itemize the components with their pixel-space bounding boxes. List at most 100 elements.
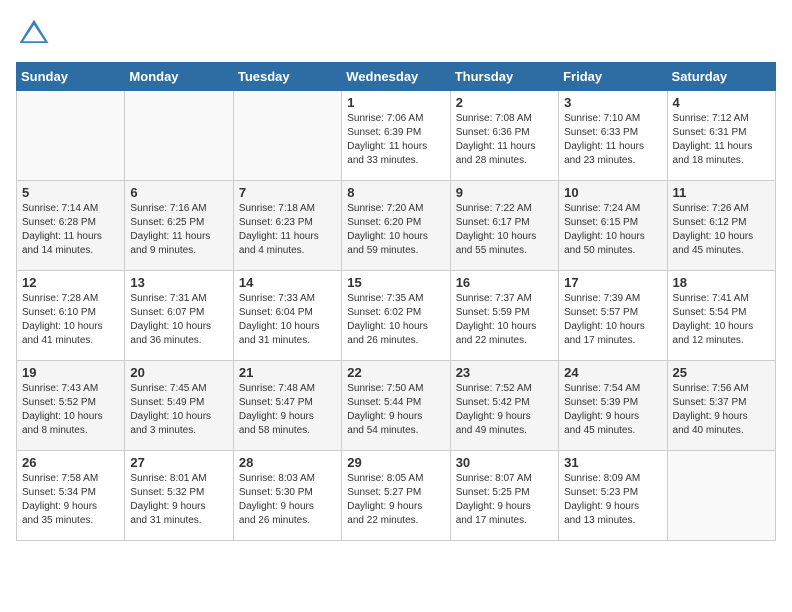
weekday-header-thursday: Thursday bbox=[450, 63, 558, 91]
day-number: 3 bbox=[564, 95, 661, 110]
day-info: Sunrise: 7:08 AM Sunset: 6:36 PM Dayligh… bbox=[456, 112, 553, 168]
day-info: Sunrise: 8:01 AM Sunset: 5:32 PM Dayligh… bbox=[130, 472, 227, 528]
day-info: Sunrise: 8:03 AM Sunset: 5:30 PM Dayligh… bbox=[239, 472, 336, 528]
calendar-week-row: 1 Sunrise: 7:06 AM Sunset: 6:39 PM Daylig… bbox=[17, 91, 776, 181]
day-number: 28 bbox=[239, 455, 336, 470]
page-header bbox=[16, 16, 776, 52]
calendar-cell: 9Sunrise: 7:22 AM Sunset: 6:17 PM Daylig… bbox=[450, 181, 558, 271]
calendar-week-row: 26 Sunrise: 7:58 AM Sunset: 5:34 PM Dayli… bbox=[17, 451, 776, 541]
day-info: Sunrise: 8:07 AM Sunset: 5:25 PM Dayligh… bbox=[456, 472, 553, 528]
day-info: Sunrise: 8:09 AM Sunset: 5:23 PM Dayligh… bbox=[564, 472, 661, 528]
day-number: 19 bbox=[22, 365, 119, 380]
day-number: 24 bbox=[564, 365, 661, 380]
day-info: Sunrise: 7:35 AM Sunset: 6:02 PM Dayligh… bbox=[347, 292, 444, 348]
day-info: Sunrise: 7:48 AM Sunset: 5:47 PM Dayligh… bbox=[239, 382, 336, 438]
day-number: 30 bbox=[456, 455, 553, 470]
day-info: Sunrise: 7:10 AM Sunset: 6:33 PM Dayligh… bbox=[564, 112, 661, 168]
day-info: Sunrise: 7:52 AM Sunset: 5:42 PM Dayligh… bbox=[456, 382, 553, 438]
day-info: Sunrise: 7:31 AM Sunset: 6:07 PM Dayligh… bbox=[130, 292, 227, 348]
day-info: Sunrise: 7:26 AM Sunset: 6:12 PM Dayligh… bbox=[673, 202, 770, 258]
day-number: 22 bbox=[347, 365, 444, 380]
calendar-cell bbox=[233, 91, 341, 181]
day-number: 11 bbox=[673, 185, 770, 200]
day-info: Sunrise: 7:28 AM Sunset: 6:10 PM Dayligh… bbox=[22, 292, 119, 348]
calendar-cell: 29Sunrise: 8:05 AM Sunset: 5:27 PM Dayli… bbox=[342, 451, 450, 541]
day-info: Sunrise: 7:54 AM Sunset: 5:39 PM Dayligh… bbox=[564, 382, 661, 438]
day-number: 6 bbox=[130, 185, 227, 200]
day-info: Sunrise: 7:06 AM Sunset: 6:39 PM Dayligh… bbox=[347, 112, 444, 168]
calendar-cell: 19 Sunrise: 7:43 AM Sunset: 5:52 PM Dayli… bbox=[17, 361, 125, 451]
day-info: Sunrise: 7:39 AM Sunset: 5:57 PM Dayligh… bbox=[564, 292, 661, 348]
weekday-header-sunday: Sunday bbox=[17, 63, 125, 91]
weekday-header-friday: Friday bbox=[559, 63, 667, 91]
day-info: Sunrise: 7:45 AM Sunset: 5:49 PM Dayligh… bbox=[130, 382, 227, 438]
calendar-cell: 18 Sunrise: 7:41 AM Sunset: 5:54 PM Dayli… bbox=[667, 271, 775, 361]
calendar-cell: 7 Sunrise: 7:18 AM Sunset: 6:23 PM Daylig… bbox=[233, 181, 341, 271]
day-info: Sunrise: 7:41 AM Sunset: 5:54 PM Dayligh… bbox=[673, 292, 770, 348]
day-number: 17 bbox=[564, 275, 661, 290]
day-number: 25 bbox=[673, 365, 770, 380]
calendar-cell: 12 Sunrise: 7:28 AM Sunset: 6:10 PM Dayli… bbox=[17, 271, 125, 361]
day-number: 20 bbox=[130, 365, 227, 380]
day-info: Sunrise: 7:18 AM Sunset: 6:23 PM Dayligh… bbox=[239, 202, 336, 258]
day-info: Sunrise: 7:22 AM Sunset: 6:17 PM Dayligh… bbox=[456, 202, 553, 258]
day-number: 10 bbox=[564, 185, 661, 200]
calendar-cell: 24 Sunrise: 7:54 AM Sunset: 5:39 PM Dayli… bbox=[559, 361, 667, 451]
calendar-cell: 31 Sunrise: 8:09 AM Sunset: 5:23 PM Dayli… bbox=[559, 451, 667, 541]
calendar-cell: 5 Sunrise: 7:14 AM Sunset: 6:28 PM Daylig… bbox=[17, 181, 125, 271]
day-number: 13 bbox=[130, 275, 227, 290]
day-info: Sunrise: 7:12 AM Sunset: 6:31 PM Dayligh… bbox=[673, 112, 770, 168]
day-number: 1 bbox=[347, 95, 444, 110]
calendar-cell: 27 Sunrise: 8:01 AM Sunset: 5:32 PM Dayli… bbox=[125, 451, 233, 541]
day-number: 14 bbox=[239, 275, 336, 290]
day-info: Sunrise: 7:56 AM Sunset: 5:37 PM Dayligh… bbox=[673, 382, 770, 438]
calendar-cell: 1 Sunrise: 7:06 AM Sunset: 6:39 PM Daylig… bbox=[342, 91, 450, 181]
calendar-cell: 13 Sunrise: 7:31 AM Sunset: 6:07 PM Dayli… bbox=[125, 271, 233, 361]
day-info: Sunrise: 7:43 AM Sunset: 5:52 PM Dayligh… bbox=[22, 382, 119, 438]
day-number: 5 bbox=[22, 185, 119, 200]
calendar-cell bbox=[125, 91, 233, 181]
calendar-cell: 16 Sunrise: 7:37 AM Sunset: 5:59 PM Dayli… bbox=[450, 271, 558, 361]
calendar-cell: 20 Sunrise: 7:45 AM Sunset: 5:49 PM Dayli… bbox=[125, 361, 233, 451]
calendar-cell: 22Sunrise: 7:50 AM Sunset: 5:44 PM Dayli… bbox=[342, 361, 450, 451]
day-info: Sunrise: 7:58 AM Sunset: 5:34 PM Dayligh… bbox=[22, 472, 119, 528]
calendar-cell: 11 Sunrise: 7:26 AM Sunset: 6:12 PM Dayli… bbox=[667, 181, 775, 271]
day-number: 8 bbox=[347, 185, 444, 200]
calendar-cell: 21 Sunrise: 7:48 AM Sunset: 5:47 PM Dayli… bbox=[233, 361, 341, 451]
calendar-cell: 25 Sunrise: 7:56 AM Sunset: 5:37 PM Dayli… bbox=[667, 361, 775, 451]
logo bbox=[16, 16, 56, 52]
calendar-cell: 26 Sunrise: 7:58 AM Sunset: 5:34 PM Dayli… bbox=[17, 451, 125, 541]
day-number: 21 bbox=[239, 365, 336, 380]
logo-icon bbox=[16, 16, 52, 52]
day-number: 26 bbox=[22, 455, 119, 470]
calendar-cell: 2 Sunrise: 7:08 AM Sunset: 6:36 PM Daylig… bbox=[450, 91, 558, 181]
calendar-cell: 10Sunrise: 7:24 AM Sunset: 6:15 PM Dayli… bbox=[559, 181, 667, 271]
calendar-cell: 14Sunrise: 7:33 AM Sunset: 6:04 PM Dayli… bbox=[233, 271, 341, 361]
calendar-cell: 17 Sunrise: 7:39 AM Sunset: 5:57 PM Dayli… bbox=[559, 271, 667, 361]
day-number: 7 bbox=[239, 185, 336, 200]
day-number: 12 bbox=[22, 275, 119, 290]
calendar-cell: 28 Sunrise: 8:03 AM Sunset: 5:30 PM Dayli… bbox=[233, 451, 341, 541]
day-number: 18 bbox=[673, 275, 770, 290]
weekday-header-row: SundayMondayTuesdayWednesdayThursdayFrid… bbox=[17, 63, 776, 91]
day-number: 4 bbox=[673, 95, 770, 110]
calendar-cell: 8Sunrise: 7:20 AM Sunset: 6:20 PM Daylig… bbox=[342, 181, 450, 271]
calendar-cell bbox=[667, 451, 775, 541]
day-number: 15 bbox=[347, 275, 444, 290]
day-info: Sunrise: 7:37 AM Sunset: 5:59 PM Dayligh… bbox=[456, 292, 553, 348]
day-number: 27 bbox=[130, 455, 227, 470]
day-number: 2 bbox=[456, 95, 553, 110]
calendar-cell: 6 Sunrise: 7:16 AM Sunset: 6:25 PM Daylig… bbox=[125, 181, 233, 271]
day-info: Sunrise: 7:14 AM Sunset: 6:28 PM Dayligh… bbox=[22, 202, 119, 258]
day-number: 31 bbox=[564, 455, 661, 470]
weekday-header-tuesday: Tuesday bbox=[233, 63, 341, 91]
day-number: 29 bbox=[347, 455, 444, 470]
day-number: 23 bbox=[456, 365, 553, 380]
day-info: Sunrise: 7:16 AM Sunset: 6:25 PM Dayligh… bbox=[130, 202, 227, 258]
calendar-cell bbox=[17, 91, 125, 181]
calendar-cell: 4 Sunrise: 7:12 AM Sunset: 6:31 PM Daylig… bbox=[667, 91, 775, 181]
calendar-cell: 15 Sunrise: 7:35 AM Sunset: 6:02 PM Dayli… bbox=[342, 271, 450, 361]
day-number: 16 bbox=[456, 275, 553, 290]
weekday-header-saturday: Saturday bbox=[667, 63, 775, 91]
calendar-cell: 3 Sunrise: 7:10 AM Sunset: 6:33 PM Daylig… bbox=[559, 91, 667, 181]
